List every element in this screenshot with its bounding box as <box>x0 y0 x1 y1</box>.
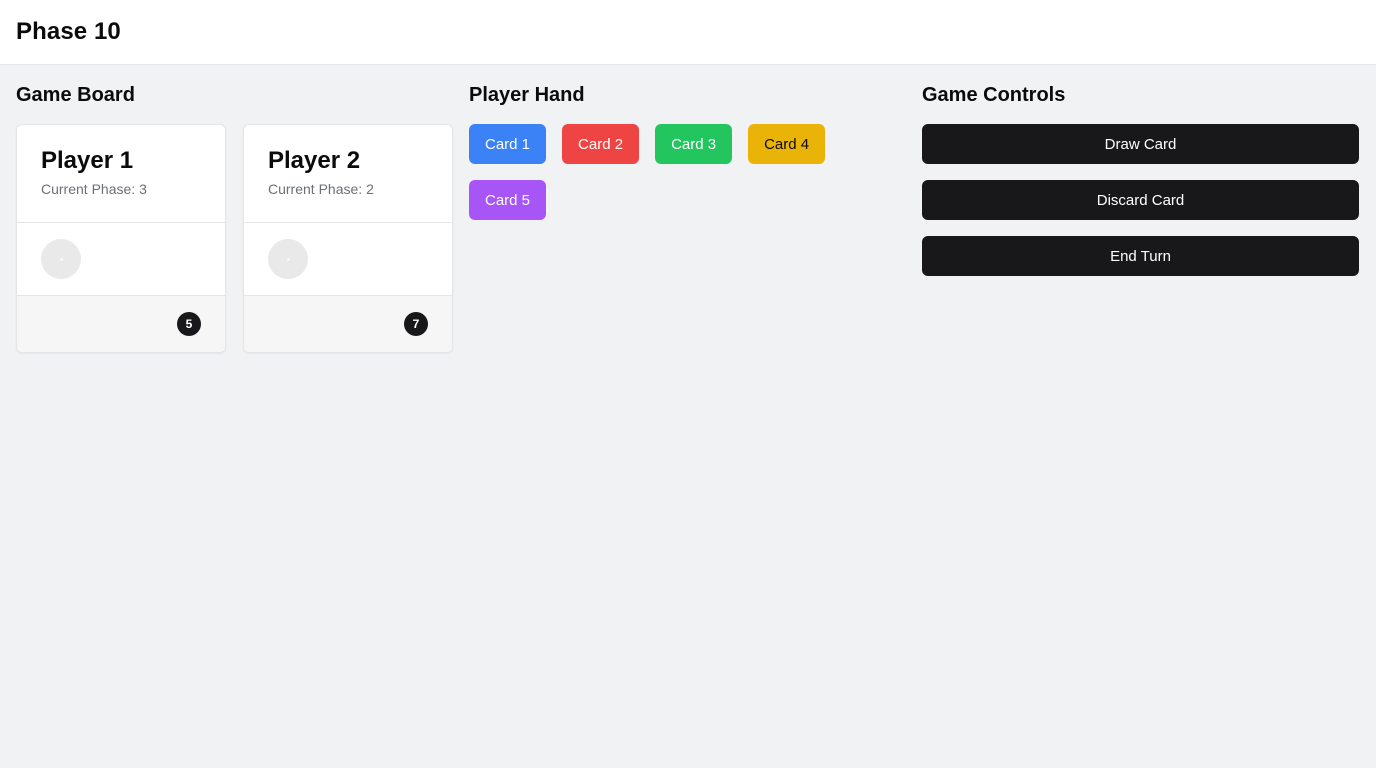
draw-card-button[interactable]: Draw Card <box>922 124 1359 164</box>
hand-card-3[interactable]: Card 3 <box>655 124 733 164</box>
hand-cards: Card 1 Card 2 Card 3 Card 4 Card 5 <box>469 124 906 236</box>
card-count-badge: 7 <box>404 312 428 336</box>
end-turn-button[interactable]: End Turn <box>922 236 1359 276</box>
player-card-footer: 7 <box>244 296 452 352</box>
hand-card-5[interactable]: Card 5 <box>469 180 547 220</box>
game-board-section: Game Board Player 1 Current Phase: 3 5 P… <box>16 81 453 353</box>
app-header: Phase 10 <box>0 0 1376 65</box>
player-card-header: Player 1 Current Phase: 3 <box>17 125 225 223</box>
player-hand-title: Player Hand <box>469 84 585 106</box>
avatar <box>268 239 308 279</box>
player-name: Player 1 <box>41 147 134 174</box>
main-content: Game Board Player 1 Current Phase: 3 5 P… <box>0 65 1376 353</box>
game-controls-section: Game Controls Draw Card Discard Card End… <box>922 81 1359 353</box>
card-count-badge: 5 <box>177 312 201 336</box>
phase-label: Current Phase: <box>41 181 136 197</box>
player-card-body <box>17 223 225 296</box>
app-title: Phase 10 <box>16 18 121 45</box>
discard-card-button[interactable]: Discard Card <box>922 180 1359 220</box>
hand-card-2[interactable]: Card 2 <box>562 124 640 164</box>
player-phase: Current Phase: 2 <box>268 181 428 197</box>
game-board-title: Game Board <box>16 84 135 106</box>
player-phase: Current Phase: 3 <box>41 181 201 197</box>
player-card: Player 1 Current Phase: 3 5 <box>16 124 226 353</box>
hand-card-1[interactable]: Card 1 <box>469 124 547 164</box>
player-card: Player 2 Current Phase: 2 7 <box>243 124 453 353</box>
phase-value: 2 <box>366 181 374 197</box>
phase-value: 3 <box>139 181 147 197</box>
player-name: Player 2 <box>268 147 361 174</box>
avatar-placeholder-icon <box>286 257 290 261</box>
player-hand-section: Player Hand Card 1 Card 2 Card 3 Card 4 … <box>469 81 906 353</box>
hand-card-4[interactable]: Card 4 <box>748 124 826 164</box>
player-card-body <box>244 223 452 296</box>
player-card-header: Player 2 Current Phase: 2 <box>244 125 452 223</box>
avatar-placeholder-icon <box>59 257 63 261</box>
avatar <box>41 239 81 279</box>
player-board: Player 1 Current Phase: 3 5 Player 2 Cur… <box>16 124 453 353</box>
phase-label: Current Phase: <box>268 181 363 197</box>
player-card-footer: 5 <box>17 296 225 352</box>
game-controls-title: Game Controls <box>922 84 1066 106</box>
